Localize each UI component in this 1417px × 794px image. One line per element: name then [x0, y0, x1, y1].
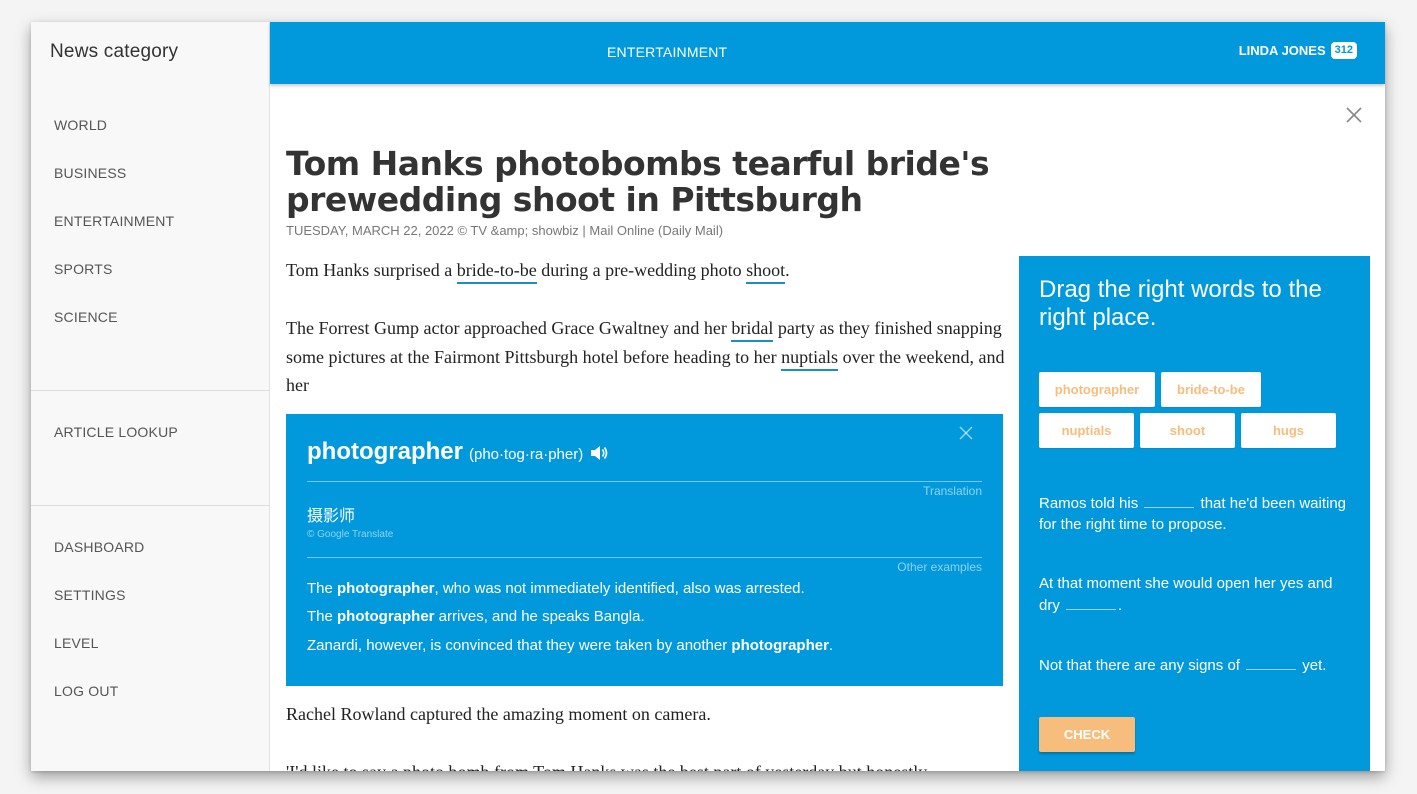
text: Ramos told his: [1039, 495, 1143, 512]
text: Not that there are any signs of: [1039, 657, 1245, 674]
divider: [307, 481, 982, 482]
sidebar-item-dashboard[interactable]: DASHBOARD: [54, 539, 144, 555]
close-icon: [959, 426, 973, 440]
highlighted-word: photographer: [337, 580, 435, 597]
vocab-word[interactable]: shoot: [746, 260, 786, 284]
user-name: LINDA JONES: [1238, 43, 1326, 58]
example-sentence: The photographer, who was not immediatel…: [307, 580, 805, 597]
text: arrives, and he speaks Bangla.: [434, 608, 645, 625]
text: The Forrest Gump actor approached Grace …: [286, 318, 732, 338]
text: The: [307, 580, 338, 597]
highlighted-word: photographer: [731, 637, 829, 654]
article-paragraph: The Forrest Gump actor approached Grace …: [286, 314, 1006, 400]
sidebar-item-log-out[interactable]: LOG OUT: [54, 683, 118, 699]
example-sentence: Zanardi, however, is convinced that they…: [307, 637, 833, 654]
check-button[interactable]: CHECK: [1039, 717, 1135, 752]
sidebar-item-business[interactable]: BUSINESS: [54, 165, 126, 181]
sidebar-item-science[interactable]: SCIENCE: [54, 309, 118, 325]
sidebar-item-entertainment[interactable]: ENTERTAINMENT: [54, 213, 174, 229]
translation-credit: © Google Translate: [307, 529, 394, 540]
sidebar-item-settings[interactable]: SETTINGS: [54, 587, 126, 603]
close-icon: [1346, 107, 1362, 123]
text: The: [307, 608, 338, 625]
highlighted-word: photographer: [337, 608, 435, 625]
text: .: [1118, 597, 1123, 614]
sidebar-item-level[interactable]: LEVEL: [54, 635, 99, 651]
word-chip[interactable]: shoot: [1140, 413, 1235, 448]
sidebar-divider: [31, 505, 270, 506]
text: during a pre-wedding photo: [536, 260, 747, 280]
sidebar-title: News category: [50, 41, 179, 62]
dictionary-word: photographer: [307, 438, 463, 465]
vocab-word[interactable]: bride-to-be: [456, 260, 537, 284]
example-sentence: The photographer arrives, and he speaks …: [307, 608, 645, 625]
sidebar-item-sports[interactable]: SPORTS: [54, 261, 113, 277]
text: , who was not immediately identified, al…: [434, 580, 805, 597]
sidebar-item-world[interactable]: WORLD: [54, 117, 107, 133]
points-badge: 312: [1330, 42, 1357, 59]
user-menu[interactable]: LINDA JONES 312: [1239, 42, 1357, 59]
text: Tom Hanks surprised a: [286, 260, 457, 280]
article-paragraph: 'I'd like to say a photo bomb from Tom H…: [286, 758, 1006, 771]
text: .: [828, 637, 834, 654]
exercise-sentence: Ramos told his that he'd been waiting fo…: [1039, 492, 1349, 535]
sidebar-item-article-lookup[interactable]: ARTICLE LOOKUP: [54, 424, 178, 440]
exercise-sentence: At that moment she would open her yes an…: [1039, 573, 1349, 616]
article-view: Tom Hanks photobombs tearful bride's pre…: [270, 84, 1385, 771]
word-chip[interactable]: nuptials: [1039, 413, 1134, 448]
divider: [307, 557, 982, 558]
article-title: Tom Hanks photobombs tearful bride's pre…: [286, 144, 990, 219]
exercise-panel: Drag the right words to the right place.…: [1019, 256, 1370, 771]
text: Zanardi, however, is convinced that they…: [307, 637, 732, 654]
exercise-sentence: Not that there are any signs of yet.: [1039, 654, 1349, 676]
dictionary-header: photographer (pho·tog·ra·pher): [307, 438, 609, 466]
speaker-icon[interactable]: [589, 444, 609, 462]
sidebar-divider: [31, 390, 270, 391]
top-bar: ENTERTAINMENT LINDA JONES 312: [270, 22, 1385, 84]
pronunciation: (pho·tog·ra·pher): [469, 446, 584, 463]
sidebar: News category WORLD BUSINESS ENTERTAINME…: [31, 22, 270, 771]
article-paragraph: Rachel Rowland captured the amazing mome…: [286, 704, 711, 724]
current-category: ENTERTAINMENT: [607, 44, 728, 60]
text: yet.: [1298, 657, 1327, 674]
drop-blank[interactable]: [1066, 594, 1117, 610]
translation: 摄影师: [307, 506, 356, 525]
drop-blank[interactable]: [1246, 654, 1297, 670]
examples-label: Other examples: [897, 560, 982, 574]
close-popup-button[interactable]: [957, 424, 975, 442]
word-chip[interactable]: bride-to-be: [1161, 372, 1261, 407]
text: .: [785, 260, 790, 280]
word-chip[interactable]: photographer: [1039, 372, 1155, 407]
article-meta: TUESDAY, MARCH 22, 2022 © TV &amp; showb…: [286, 223, 724, 238]
vocab-word[interactable]: nuptials: [781, 346, 839, 371]
app-window: News category WORLD BUSINESS ENTERTAINME…: [31, 22, 1385, 771]
dictionary-popup: photographer (pho·tog·ra·pher) Translati…: [286, 414, 1003, 686]
translation-label: Translation: [923, 484, 982, 498]
article-paragraph: Tom Hanks surprised a bride-to-be during…: [286, 256, 1006, 285]
close-article-button[interactable]: [1343, 104, 1365, 126]
drop-blank[interactable]: [1144, 492, 1195, 508]
word-chip[interactable]: hugs: [1241, 413, 1336, 448]
exercise-title: Drag the right words to the right place.: [1039, 276, 1322, 331]
vocab-word[interactable]: bridal: [731, 318, 774, 342]
